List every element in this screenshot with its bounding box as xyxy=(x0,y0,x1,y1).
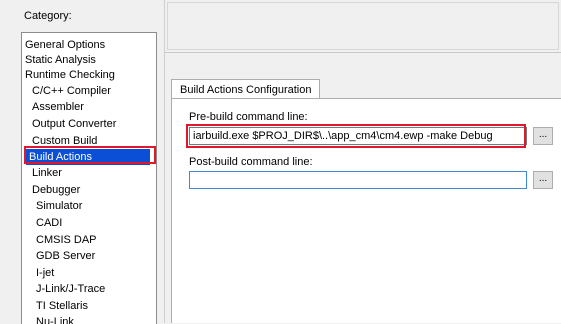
category-item-simulator[interactable]: Simulator xyxy=(33,198,85,214)
category-item-assembler[interactable]: Assembler xyxy=(29,99,87,115)
category-item-gdb-server[interactable]: GDB Server xyxy=(33,248,98,264)
category-item-build-actions[interactable]: Build Actions xyxy=(26,149,150,165)
category-item-custom-build[interactable]: Custom Build xyxy=(29,133,100,149)
category-item-output-converter[interactable]: Output Converter xyxy=(29,116,119,132)
tab-body: Pre-build command line: iarbuild.exe $PR… xyxy=(171,98,561,323)
prebuild-label: Pre-build command line: xyxy=(189,111,308,123)
tab-build-actions-configuration[interactable]: Build Actions Configuration xyxy=(171,79,321,99)
options-panel: Build Actions Configuration Pre-build co… xyxy=(165,0,561,323)
category-item-linker[interactable]: Linker xyxy=(29,165,65,181)
postbuild-browse-button[interactable]: ... xyxy=(533,171,553,189)
category-item-ti-stellaris[interactable]: TI Stellaris xyxy=(33,298,91,314)
category-item-i-jet[interactable]: I-jet xyxy=(33,265,57,281)
category-item-cadi[interactable]: CADI xyxy=(33,215,65,231)
category-item-runtime-checking[interactable]: Runtime Checking xyxy=(22,67,118,83)
category-item-general-options[interactable]: General Options xyxy=(22,37,108,53)
top-strip xyxy=(165,0,561,53)
prebuild-browse-button[interactable]: ... xyxy=(533,127,553,145)
category-item-debugger[interactable]: Debugger xyxy=(29,182,83,198)
postbuild-label: Post-build command line: xyxy=(189,156,313,168)
category-item-static-analysis[interactable]: Static Analysis xyxy=(22,52,99,68)
category-item-cpp-compiler[interactable]: C/C++ Compiler xyxy=(29,83,114,99)
postbuild-command-field[interactable] xyxy=(189,171,527,189)
category-item-cmsis-dap[interactable]: CMSIS DAP xyxy=(33,232,100,248)
category-label: Category: xyxy=(24,10,72,22)
category-panel: Category: General Options Static Analysi… xyxy=(0,0,165,324)
category-item-j-link[interactable]: J-Link/J-Trace xyxy=(33,281,108,297)
category-list[interactable]: General Options Static Analysis Runtime … xyxy=(21,32,157,324)
prebuild-command-field[interactable]: iarbuild.exe $PROJ_DIR$\..\app_cm4\cm4.e… xyxy=(189,127,527,145)
